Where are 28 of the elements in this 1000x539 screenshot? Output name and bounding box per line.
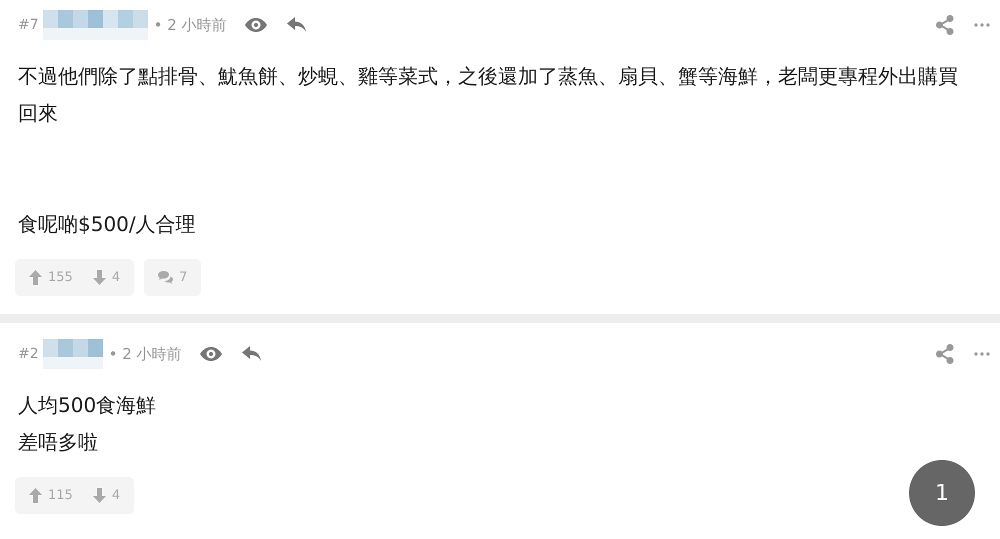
more-icon[interactable] [974,23,990,27]
redacted-name-drawing [42,339,103,369]
downvote-button[interactable]: 4 [92,270,120,285]
share-icon[interactable] [936,344,954,364]
share-icon[interactable] [936,15,954,35]
reply-icon[interactable] [286,17,307,33]
reply-icon[interactable] [242,346,262,362]
page-badge[interactable]: 1 [909,460,975,526]
comments-button[interactable]: 7 [144,259,202,296]
eye-icon[interactable] [244,18,267,32]
post-number: #2 [18,346,39,362]
downvote-button[interactable]: 4 [92,488,120,503]
up-arrow-icon [29,270,42,285]
down-arrow-icon [92,488,106,503]
post-time: • 2 小時前 [108,344,182,364]
post-text: 不過他們除了點排骨、魷魚餅、炒蜆、雞等菜式，之後還加了蒸魚、扇貝、蟹等海鮮，老闆更專程外出購買回來 [18,63,959,127]
post-time: • 2 小時前 [154,16,227,34]
post-text: 人均500食海鮮 [18,392,158,419]
up-arrow-icon [29,488,42,503]
speech-bubbles-icon [158,271,174,284]
post-number: #7 [18,17,39,33]
more-icon[interactable] [974,352,990,356]
upvote-button[interactable]: 115 [29,488,73,503]
post-text: 差唔多啦 [18,429,99,456]
eye-icon[interactable] [200,347,222,361]
upvote-button[interactable]: 155 [29,270,73,285]
down-arrow-icon [92,270,106,285]
post-text: 食呢啲$500/人合理 [18,211,197,238]
